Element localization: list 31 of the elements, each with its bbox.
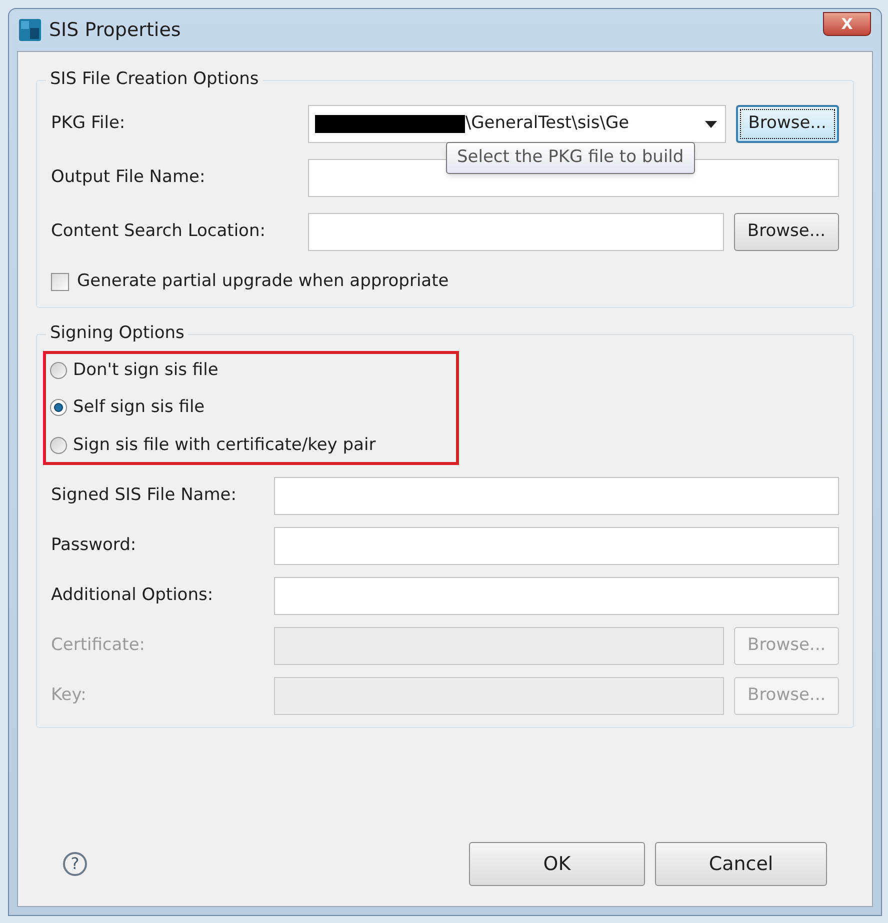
text-field[interactable] [274, 577, 839, 615]
browse-button[interactable]: Browse... [734, 213, 839, 251]
field-label: Output File Name: [51, 166, 206, 190]
field-label: PKG File: [51, 112, 126, 136]
text-field[interactable] [274, 527, 839, 565]
text-field[interactable] [308, 213, 724, 251]
dialog-button[interactable]: Cancel [655, 842, 827, 886]
tooltip: Select the PKG file to build [446, 142, 695, 174]
dropdown-arrow-icon [704, 120, 717, 128]
field-label: Password: [51, 534, 138, 558]
radio-button[interactable] [50, 399, 67, 416]
radio-button[interactable] [50, 436, 67, 454]
field-label: Certificate: [51, 634, 146, 658]
radio-button[interactable] [50, 362, 67, 379]
field-label: Additional Options: [51, 584, 214, 608]
field-label: Key: [51, 684, 88, 708]
radio-label: Don't sign sis file [73, 358, 218, 382]
browse-button[interactable]: Browse... [736, 105, 839, 143]
checkbox[interactable] [51, 272, 69, 291]
dialog-button[interactable]: OK [469, 842, 645, 886]
app-logo-icon [19, 19, 41, 41]
window-title: SIS Properties [49, 18, 181, 43]
field-label: Signed SIS File Name: [51, 484, 238, 508]
combo-value: \GeneralTest\sis\Ge [465, 112, 630, 136]
field-label: Content Search Location: [51, 220, 266, 244]
text-field[interactable] [274, 477, 839, 515]
pkg-file-combo[interactable]: \GeneralTest\sis\Ge [308, 105, 726, 143]
radio-label: Sign sis file with certificate/key pair [73, 434, 376, 456]
checkbox-label: Generate partial upgrade when appropriate [77, 270, 449, 293]
radio-label: Self sign sis file [73, 396, 205, 419]
help-icon[interactable]: ? [63, 852, 87, 876]
